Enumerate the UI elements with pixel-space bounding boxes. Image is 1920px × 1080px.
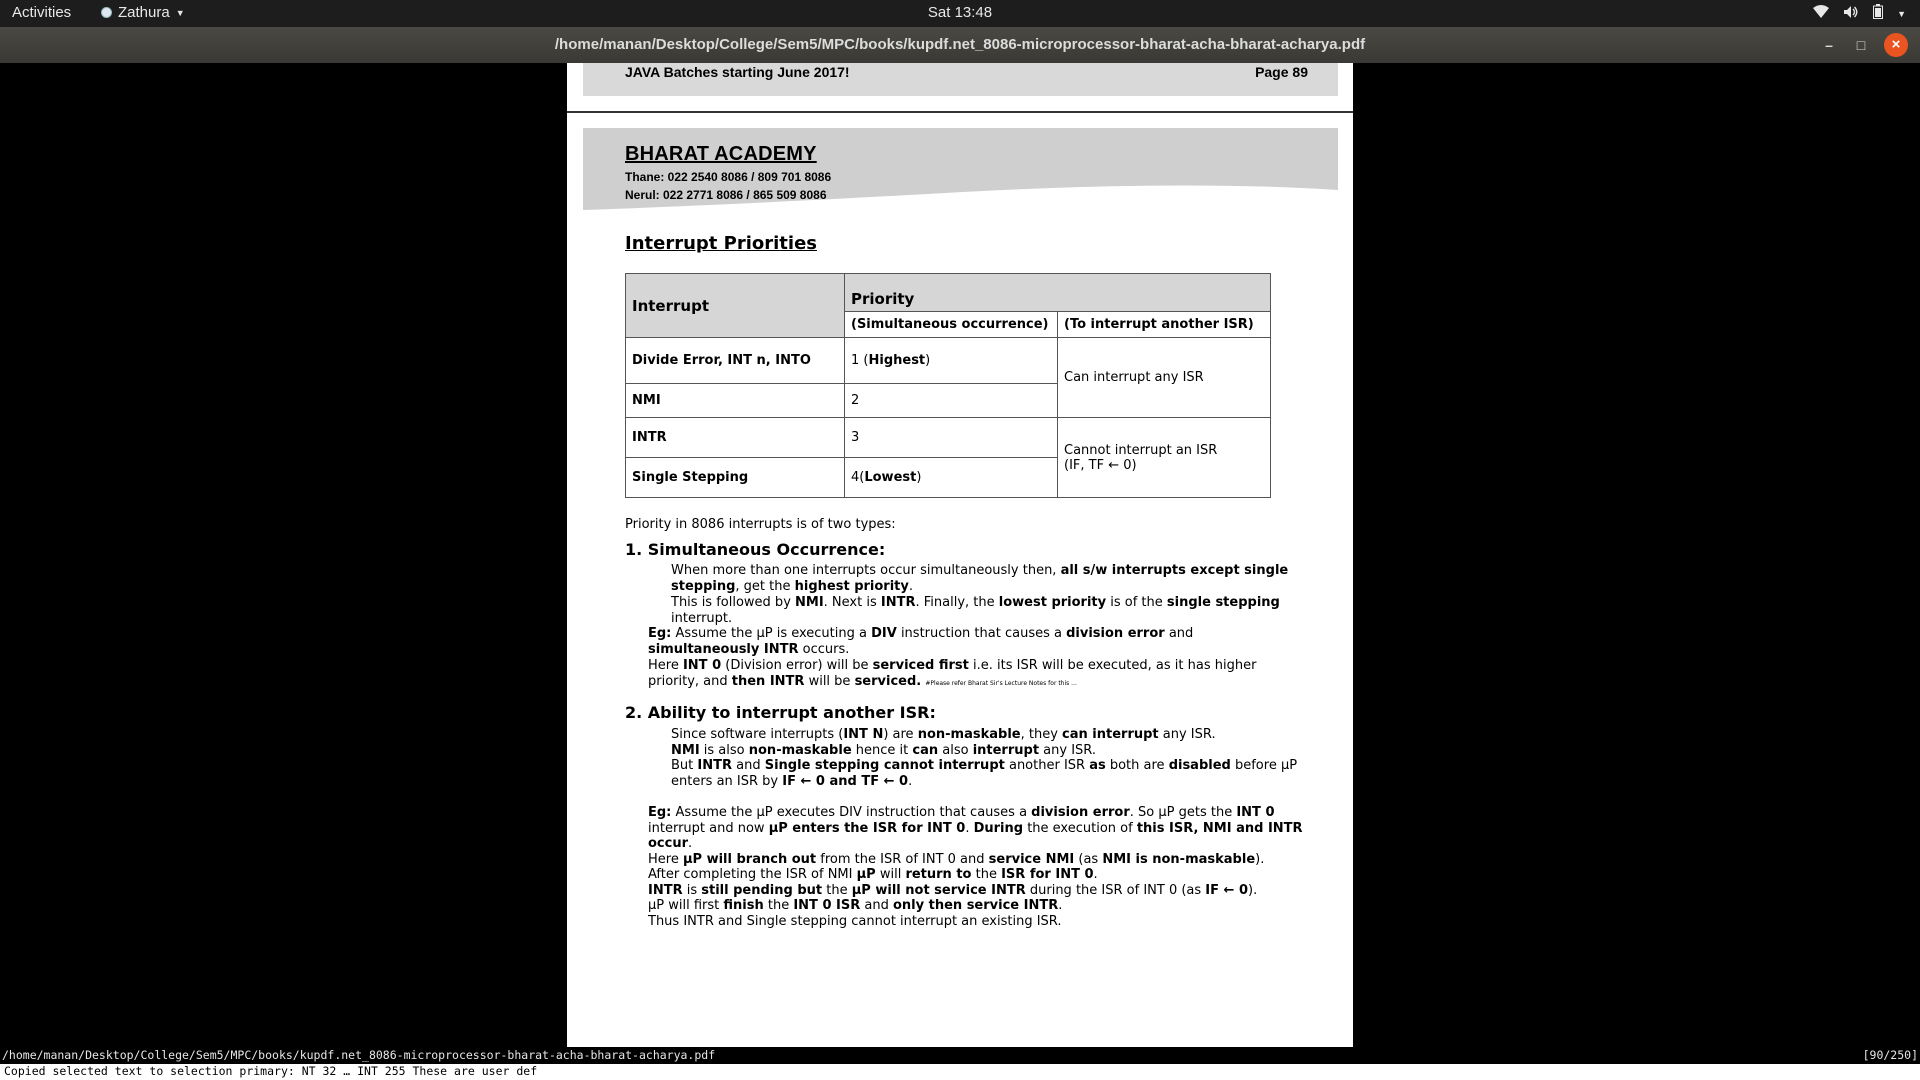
table-row: INTR 3 Cannot interrupt an ISR (IF, TF ← … (625, 417, 1271, 498)
volume-icon (1843, 5, 1859, 23)
s1-example: Eg: Assume the μP is executing a DIV ins… (648, 626, 1194, 657)
wifi-icon (1813, 4, 1830, 23)
s2-line-1: Since software interrupts (INT N) are no… (671, 727, 1216, 742)
interrupt-name: INTR (625, 417, 845, 458)
s1-paragraph-2: This is followed by NMI. Next is INTR. F… (671, 595, 1280, 626)
priority-value: 1 (Highest) (844, 337, 1058, 384)
zathura-app-icon (101, 7, 112, 18)
thane-contact: Thane: 022 2540 8086 / 809 701 8086 (625, 170, 832, 184)
system-tray[interactable]: ▼ (1813, 4, 1906, 23)
s2-line-finish: μP will first finish the INT 0 ISR and o… (648, 898, 1063, 913)
window-controls: – □ × (1820, 33, 1908, 57)
section-1-heading: 1. Simultaneous Occurrence: (625, 540, 886, 559)
window-title: /home/manan/Desktop/College/Sem5/MPC/boo… (554, 36, 1366, 53)
statusbar-filepath: /home/manan/Desktop/College/Sem5/MPC/boo… (2, 1048, 716, 1062)
s2-line-branch: Here μP will branch out from the ISR of … (648, 852, 1265, 867)
isr-can-interrupt: Can interrupt any ISR (1057, 337, 1271, 418)
header-priority: Priority (844, 273, 1271, 312)
app-menu[interactable]: Zathura ▼ (101, 4, 185, 21)
pdf-page: JAVA Batches starting June 2017! Page 89… (567, 63, 1353, 1047)
intro-text: Priority in 8086 interrupts is of two ty… (625, 517, 896, 532)
interrupt-name: NMI (625, 383, 845, 418)
s2-line-2: NMI is also non-maskable hence it can al… (671, 743, 1096, 758)
header-interrupt: Interrupt (625, 273, 845, 338)
minimize-button[interactable]: – (1820, 36, 1838, 54)
priority-value: 3 (844, 417, 1058, 458)
system-menu-chevron-icon: ▼ (1897, 8, 1906, 19)
close-button[interactable]: × (1884, 33, 1908, 57)
inputbar-message: Copied selected text to selection primar… (4, 1064, 538, 1078)
academy-name: BHARAT ACADEMY (625, 143, 817, 165)
clock[interactable]: Sat 13:48 (0, 4, 1920, 21)
footer-left-text: JAVA Batches starting June 2017! (625, 64, 850, 80)
activities-button[interactable]: Activities (12, 4, 71, 21)
s1-paragraph-1: When more than one interrupts occur simu… (671, 563, 1289, 594)
section-title: Interrupt Priorities (625, 233, 817, 254)
s1-explanation: Here INT 0 (Division error) will be serv… (648, 658, 1257, 689)
interrupt-name: Single Stepping (625, 457, 845, 498)
maximize-button[interactable]: □ (1852, 36, 1870, 54)
footer-page-number: Page 89 (1255, 64, 1308, 80)
statusbar-page-indicator: [90/250] (1862, 1048, 1918, 1062)
table-row: Divide Error, INT n, INTO 1 (Highest) Ca… (625, 337, 1271, 418)
section-2-heading: 2. Ability to interrupt another ISR: (625, 703, 936, 722)
window-titlebar[interactable]: /home/manan/Desktop/College/Sem5/MPC/boo… (0, 27, 1920, 63)
s2-line-3: But INTR and Single stepping cannot inte… (671, 758, 1298, 789)
statusbar: /home/manan/Desktop/College/Sem5/MPC/boo… (0, 1047, 1920, 1064)
app-name: Zathura (118, 4, 170, 21)
priority-value: 4(Lowest) (844, 457, 1058, 498)
interrupt-name: Divide Error, INT n, INTO (625, 337, 845, 384)
s2-conclusion: Thus INTR and Single stepping cannot int… (648, 914, 1062, 929)
header-interrupt-isr: (To interrupt another ISR) (1057, 311, 1271, 338)
s2-line-pending: INTR is still pending but the μP will no… (648, 883, 1258, 898)
nerul-contact: Nerul: 022 2771 8086 / 865 509 8086 (625, 188, 827, 202)
header-simultaneous: (Simultaneous occurrence) (844, 311, 1058, 338)
previous-page-footer: JAVA Batches starting June 2017! Page 89 (583, 63, 1338, 96)
priority-value: 2 (844, 383, 1058, 418)
isr-cannot-interrupt: Cannot interrupt an ISR (IF, TF ← 0) (1057, 417, 1271, 498)
priority-table: Interrupt Priority (Simultaneous occurre… (625, 273, 1271, 498)
page-header-banner: BHARAT ACADEMY Thane: 022 2540 8086 / 80… (583, 128, 1338, 212)
top-bar: Activities Zathura ▼ Sat 13:48 ▼ (0, 0, 1920, 27)
page-separator (567, 111, 1353, 113)
s2-line-return: After completing the ISR of NMI μP will … (648, 867, 1098, 882)
battery-icon (1873, 4, 1884, 23)
chevron-down-icon: ▼ (175, 7, 185, 18)
inputbar[interactable]: Copied selected text to selection primar… (0, 1064, 1920, 1080)
s2-example: Eg: Assume the μP executes DIV instructi… (648, 805, 1303, 852)
document-viewer[interactable]: JAVA Batches starting June 2017! Page 89… (0, 63, 1920, 1047)
